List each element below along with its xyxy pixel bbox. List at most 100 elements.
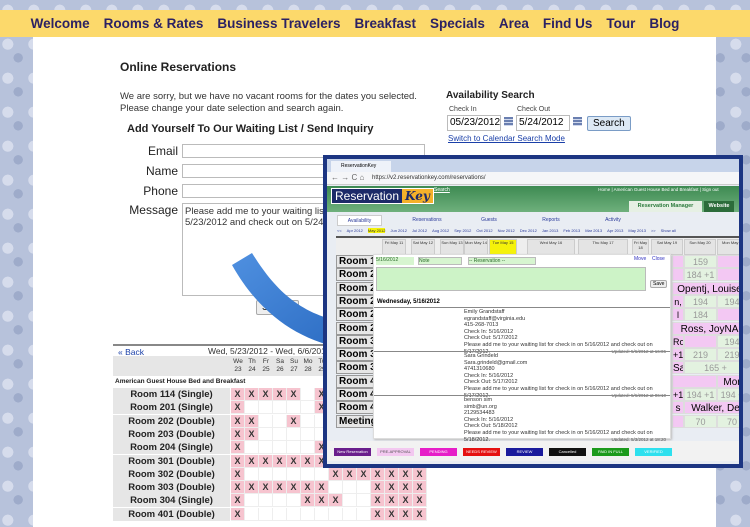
- grid-cell[interactable]: 159: [684, 255, 717, 268]
- month-link[interactable]: >>: [651, 228, 656, 233]
- month-link[interactable]: <<: [337, 228, 342, 233]
- grid-cell[interactable]: [672, 414, 684, 428]
- save-button[interactable]: Save: [650, 280, 668, 288]
- grid-cell[interactable]: l: [672, 308, 684, 322]
- grid-cell[interactable]: 165 +: [684, 361, 739, 375]
- grid-cell[interactable]: Rosali: [672, 334, 684, 348]
- available-cell: [301, 507, 315, 521]
- grid-cell[interactable]: [672, 374, 717, 388]
- month-link[interactable]: Oct 2012: [476, 228, 492, 233]
- month-link[interactable]: May 2012: [367, 228, 386, 233]
- tab-reservations[interactable]: Reservations: [399, 215, 455, 226]
- tab-reports[interactable]: Reports: [523, 215, 579, 226]
- tab-activity[interactable]: Activity: [585, 215, 641, 226]
- nav-link-business-travelers[interactable]: Business Travelers: [217, 16, 340, 31]
- nav-link-blog[interactable]: Blog: [649, 16, 679, 31]
- grid-cell[interactable]: [717, 268, 739, 282]
- nav-link-rooms-rates[interactable]: Rooms & Rates: [104, 16, 204, 31]
- nav-link-specials[interactable]: Specials: [430, 16, 485, 31]
- month-link[interactable]: Nov 2012: [498, 228, 515, 233]
- month-link[interactable]: Apr 2012: [347, 228, 363, 233]
- grid-cell[interactable]: 194: [717, 294, 739, 308]
- nav-link-area[interactable]: Area: [499, 16, 529, 31]
- grid-cell[interactable]: n,: [672, 294, 684, 308]
- booked-cell: X: [413, 494, 427, 508]
- note-textarea[interactable]: [376, 267, 646, 291]
- grid-cell[interactable]: [717, 308, 739, 322]
- checkout-input[interactable]: 5/24/2012: [516, 115, 570, 131]
- available-cell: [273, 441, 287, 455]
- grid-cell[interactable]: 219: [684, 348, 717, 362]
- nav-link-find-us[interactable]: Find Us: [543, 16, 593, 31]
- grid-cell[interactable]: [672, 255, 684, 268]
- tab-website[interactable]: Website: [704, 201, 734, 212]
- grid-cell[interactable]: 194 +: [717, 388, 739, 401]
- grid-cell[interactable]: 70: [717, 414, 739, 428]
- tab-availability[interactable]: Availability: [337, 215, 382, 226]
- available-cell: [245, 494, 259, 508]
- grid-cell[interactable]: s: [672, 401, 684, 415]
- month-link[interactable]: Show all: [661, 228, 676, 233]
- month-link[interactable]: Dec 2012: [520, 228, 537, 233]
- rk-search-link[interactable]: Search: [434, 187, 450, 193]
- booked-cell: X: [245, 481, 259, 495]
- grid-cell[interactable]: 194 +1: [684, 388, 717, 401]
- nav-link-breakfast[interactable]: Breakfast: [355, 16, 417, 31]
- grid-cell[interactable]: 194: [717, 334, 739, 348]
- available-cell: [273, 414, 287, 428]
- room-label: Room 114 (Single): [113, 388, 230, 401]
- booked-cell: X: [385, 507, 399, 521]
- month-link[interactable]: Jan 2013: [542, 228, 558, 233]
- url-field[interactable]: https://v2.reservationkey.com/reservatio…: [372, 175, 486, 181]
- grid-cell[interactable]: Sara: [672, 361, 684, 375]
- calendar-icon[interactable]: [504, 117, 513, 126]
- month-link[interactable]: Mar 2013: [585, 228, 602, 233]
- checkin-input[interactable]: 05/23/2012: [447, 115, 501, 131]
- booked-cell: X: [413, 507, 427, 521]
- legend-item: PRE-APPROVAL: [377, 448, 414, 456]
- grid-cell[interactable]: 184 +1: [684, 268, 717, 282]
- browser-tab[interactable]: ReservationKey: [331, 161, 391, 172]
- close-link[interactable]: Close: [652, 256, 665, 262]
- calendar-icon[interactable]: [573, 117, 582, 126]
- popup-date[interactable]: 5/16/2012: [376, 257, 414, 265]
- nav-link-tour[interactable]: Tour: [606, 16, 635, 31]
- entry-line: Check In: 5/16/2012: [464, 372, 514, 379]
- month-link[interactable]: Feb 2013: [563, 228, 580, 233]
- booked-cell: X: [273, 481, 287, 495]
- reservation-cell[interactable]: Ross, JoyNA: [672, 321, 739, 335]
- reservation-select[interactable]: -- Reservation --: [468, 257, 536, 265]
- grid-cell[interactable]: Walker, De: [684, 401, 739, 415]
- entry-line: Check Out: 5/17/2012: [464, 379, 518, 386]
- grid-cell[interactable]: 184: [684, 308, 717, 322]
- legend-item: New Reservation: [334, 448, 371, 456]
- day-header: Mon May 14: [464, 239, 488, 255]
- grid-cell[interactable]: [672, 268, 684, 282]
- grid-cell[interactable]: +1: [672, 388, 684, 401]
- rk-top-links[interactable]: Home | American Guest House Bed and Brea…: [597, 187, 718, 192]
- available-cell: [245, 467, 259, 481]
- month-link[interactable]: Jul 2012: [412, 228, 427, 233]
- grid-cell[interactable]: [684, 334, 717, 348]
- grid-cell[interactable]: Mor: [717, 374, 739, 388]
- grid-cell[interactable]: +1: [672, 348, 684, 362]
- month-link[interactable]: Sep 2012: [454, 228, 471, 233]
- available-cell: [301, 414, 315, 428]
- search-button[interactable]: Search: [587, 116, 631, 131]
- tab-guests[interactable]: Guests: [461, 215, 517, 226]
- nav-link-welcome[interactable]: Welcome: [31, 16, 90, 31]
- note-select[interactable]: Note: [418, 257, 462, 265]
- month-link[interactable]: May 2013: [628, 228, 646, 233]
- month-link[interactable]: Jun 2012: [390, 228, 406, 233]
- grid-cell[interactable]: 70: [684, 414, 717, 428]
- month-link[interactable]: Aug 2012: [432, 228, 449, 233]
- grid-cell[interactable]: [717, 255, 739, 268]
- grid-cell[interactable]: 219: [717, 348, 739, 362]
- move-link[interactable]: Move: [634, 256, 646, 262]
- month-link[interactable]: Apr 2013: [607, 228, 623, 233]
- nav-buttons-icon[interactable]: ← → C ⌂: [331, 173, 364, 182]
- grid-cell[interactable]: 194: [684, 294, 717, 308]
- switch-calendar-mode-link[interactable]: Switch to Calendar Search Mode: [448, 134, 565, 143]
- tab-reservation-manager[interactable]: Reservation Manager: [629, 201, 702, 212]
- reservation-cell[interactable]: Opentj, Louise: [672, 281, 739, 295]
